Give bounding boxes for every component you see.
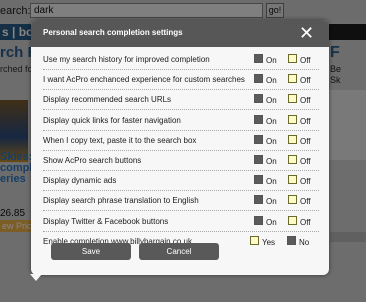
setting-label: Show AcPro search buttons [43, 156, 142, 165]
setting-option-label: On [266, 197, 277, 207]
checked-box-icon[interactable] [288, 195, 297, 205]
unchecked-box-icon[interactable] [254, 155, 263, 164]
cancel-button[interactable]: Cancel [139, 243, 219, 260]
setting-row: I want AcPro enchanced experience for cu… [43, 72, 319, 91]
setting-option-label: On [266, 76, 277, 86]
setting-row: When I copy text, paste it to the search… [43, 133, 319, 151]
setting-label: Display recommended search URLs [43, 95, 172, 105]
setting-row: Use my search history for improved compl… [43, 52, 319, 70]
setting-row: Display quick links for faster navigatio… [43, 113, 319, 131]
setting-row: Show AcPro search buttons On Off [43, 153, 319, 171]
close-icon: ✕ [298, 23, 315, 43]
setting-option-label: On [266, 136, 277, 146]
setting-option-label: Off [300, 56, 311, 65]
setting-label: Display quick links for faster navigatio… [43, 115, 181, 125]
checked-box-icon[interactable] [288, 114, 297, 124]
setting-option-label: On [266, 116, 277, 126]
unchecked-box-icon[interactable] [254, 114, 263, 124]
checked-box-icon[interactable] [288, 215, 297, 225]
unchecked-box-icon[interactable] [254, 74, 263, 84]
checked-box-icon[interactable] [288, 94, 297, 104]
checked-box-icon[interactable] [288, 175, 297, 185]
unchecked-box-icon[interactable] [254, 94, 263, 104]
setting-label: Display dynamic ads [43, 176, 117, 186]
setting-row: Display search phrase translation to Eng… [43, 193, 319, 212]
checked-box-icon[interactable] [250, 235, 259, 245]
setting-option-label: On [266, 157, 277, 166]
modal-title: Personal search completion settings [43, 28, 183, 37]
setting-option-label: Off [300, 116, 311, 126]
settings-modal: Personal search completion settings ✕ Us… [31, 20, 329, 275]
setting-option-label: Off [300, 76, 311, 86]
setting-option-label: Off [300, 217, 311, 227]
modal-titlebar: Personal search completion settings ✕ [31, 20, 329, 47]
close-button[interactable]: ✕ [294, 21, 319, 46]
setting-option-label: Off [300, 157, 311, 166]
checked-box-icon[interactable] [288, 155, 297, 164]
setting-label: Display search phrase translation to Eng… [43, 196, 199, 206]
setting-label: I want AcPro enchanced experience for cu… [43, 75, 245, 85]
unchecked-box-icon[interactable] [254, 195, 263, 205]
setting-row: Display Twitter & Facebook buttons On Off [43, 214, 319, 232]
setting-label: Display Twitter & Facebook buttons [43, 216, 169, 226]
setting-row: Display dynamic ads On Off [43, 173, 319, 192]
unchecked-box-icon[interactable] [254, 175, 263, 185]
setting-option-label: On [266, 96, 277, 106]
save-button[interactable]: Save [51, 243, 131, 260]
setting-option-label: No [299, 237, 310, 247]
setting-row: Display recommended search URLs On Off [43, 92, 319, 111]
setting-option-label: Yes [262, 237, 276, 247]
checked-box-icon[interactable] [288, 54, 297, 63]
setting-option-label: Off [300, 96, 311, 106]
setting-label: When I copy text, paste it to the search… [43, 135, 197, 145]
unchecked-box-icon[interactable] [287, 235, 296, 245]
setting-label: Use my search history for improved compl… [43, 55, 210, 64]
modal-pointer [30, 274, 42, 281]
unchecked-box-icon[interactable] [254, 134, 263, 144]
setting-option-label: Off [300, 177, 311, 187]
setting-option-label: Off [300, 136, 311, 146]
unchecked-box-icon[interactable] [254, 215, 263, 225]
setting-option-label: On [266, 217, 277, 227]
setting-option-label: On [266, 177, 277, 187]
unchecked-box-icon[interactable] [254, 54, 263, 63]
setting-option-label: Off [300, 197, 311, 207]
setting-option-label: On [266, 56, 277, 65]
checked-box-icon[interactable] [288, 134, 297, 144]
checked-box-icon[interactable] [288, 74, 297, 84]
